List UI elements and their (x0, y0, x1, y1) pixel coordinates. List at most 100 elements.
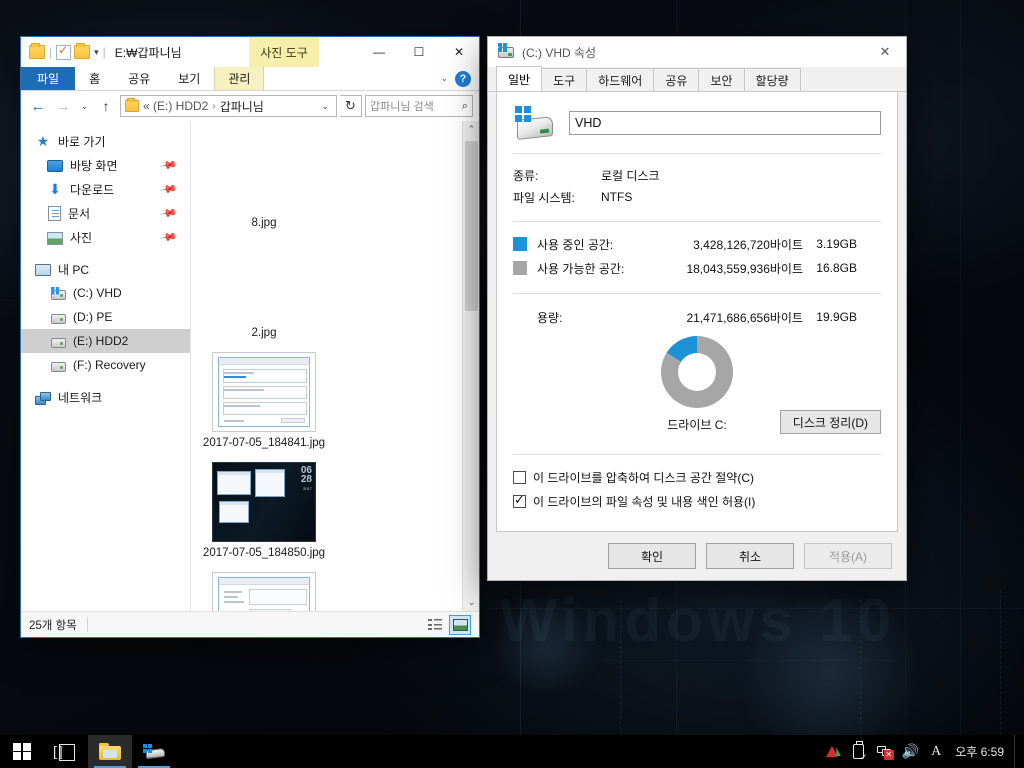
pin-icon[interactable]: 📌 (160, 180, 179, 199)
chevron-down-icon[interactable]: ⌄ (440, 73, 448, 84)
tab-share[interactable]: 공유 (114, 67, 164, 90)
explorer-titlebar[interactable]: | ▾ | E:₩갑파니님 사진 도구 — ☐ ✕ (21, 37, 479, 67)
taskbar-item-file-explorer[interactable] (88, 735, 132, 768)
tab-file[interactable]: 파일 (21, 67, 76, 90)
large-icons-view-button[interactable] (449, 614, 471, 635)
tab-tools[interactable]: 도구 (541, 68, 588, 91)
sidebar-item-drive-e[interactable]: (E:) HDD2 (21, 329, 190, 353)
ime-button[interactable]: A (923, 735, 949, 768)
recent-locations-icon[interactable]: ⌄ (77, 95, 92, 117)
minimize-button[interactable]: — (359, 37, 399, 67)
breadcrumb-leaf[interactable]: 갑파니님 (220, 98, 264, 115)
vertical-scrollbar[interactable]: ⌃ ⌄ (462, 121, 479, 611)
list-item[interactable]: 06 28 2017 2017-07-05_184850.jpg (195, 457, 333, 567)
pin-icon[interactable]: 📌 (160, 228, 179, 247)
file-grid[interactable]: 8.jpg 2.jpg 2017-07-05_184841.jpg 06 28 … (191, 121, 462, 611)
refresh-button[interactable]: ↻ (340, 95, 362, 117)
disk-cleanup-button[interactable]: 디스크 정리(D) (779, 410, 881, 434)
scroll-up-icon[interactable]: ⌃ (463, 121, 479, 138)
window-controls[interactable]: — ☐ ✕ (359, 37, 479, 67)
file-explorer-window[interactable]: | ▾ | E:₩갑파니님 사진 도구 — ☐ ✕ 파일 홈 공유 보기 관리 … (20, 36, 480, 638)
close-icon[interactable]: ✕ (864, 37, 906, 67)
tab-quota[interactable]: 할당량 (743, 68, 801, 91)
tab-general[interactable]: 일반 (496, 66, 543, 91)
tab-view[interactable]: 보기 (164, 67, 214, 90)
drive-icon (143, 744, 165, 760)
ribbon-right-controls[interactable]: ⌄ ? (440, 67, 479, 90)
properties-titlebar[interactable]: (C:) VHD 속성 ✕ (488, 37, 906, 67)
sidebar-item-drive-f[interactable]: (F:) Recovery (21, 353, 190, 377)
quick-access-toolbar[interactable]: | ▾ | (21, 43, 107, 60)
breadcrumb-root[interactable]: « (E:) HDD2 (143, 99, 208, 113)
close-button[interactable]: ✕ (439, 37, 479, 67)
ok-button[interactable]: 확인 (608, 543, 696, 569)
clock[interactable]: 오후 6:59 (949, 743, 1014, 760)
status-bar: 25개 항목 (21, 611, 479, 637)
drive-properties-dialog[interactable]: (C:) VHD 속성 ✕ 일반 도구 하드웨어 공유 보안 할당량 VHD 종… (487, 36, 907, 581)
maximize-button[interactable]: ☐ (399, 37, 439, 67)
apply-button: 적용(A) (804, 543, 892, 569)
up-button[interactable]: ↑ (95, 95, 117, 117)
volume-name-row: VHD (513, 106, 881, 140)
drive-icon (51, 337, 66, 348)
sidebar-item-quick-access[interactable]: 바로 가기 (21, 129, 190, 153)
used-space-bytes: 3,428,126,720바이트 (693, 237, 803, 252)
file-list-area[interactable]: 8.jpg 2.jpg 2017-07-05_184841.jpg 06 28 … (191, 121, 479, 611)
search-icon[interactable]: ⌕ (462, 100, 468, 113)
breadcrumb[interactable]: « (E:) HDD2 › 갑파니님 ⌄ (120, 95, 337, 117)
list-item[interactable]: 8.jpg (195, 127, 333, 237)
ribbon-tab-strip[interactable]: 파일 홈 공유 보기 관리 ⌄ ? (21, 67, 479, 91)
safely-remove-hardware-button[interactable] (845, 735, 871, 768)
sidebar-item-desktop[interactable]: 바탕 화면 📌 (21, 153, 190, 177)
pin-icon[interactable]: 📌 (160, 156, 179, 175)
start-button[interactable] (0, 735, 44, 768)
tab-hardware[interactable]: 하드웨어 (586, 68, 655, 91)
sidebar-item-this-pc[interactable]: 내 PC (21, 257, 190, 281)
sidebar-item-network[interactable]: 네트워크 (21, 385, 190, 409)
scrollbar-thumb[interactable] (465, 141, 478, 311)
tab-security[interactable]: 보안 (698, 68, 745, 91)
tab-sharing[interactable]: 공유 (653, 68, 700, 91)
properties-icon[interactable] (56, 43, 72, 60)
view-toggle-group[interactable] (424, 614, 471, 635)
sidebar-item-documents[interactable]: 문서 📌 (21, 201, 190, 225)
desktop[interactable]: Windows 10 | ▾ | E:₩갑파니님 사진 도구 (0, 0, 1024, 768)
new-folder-icon[interactable] (74, 43, 91, 59)
cancel-button[interactable]: 취소 (706, 543, 794, 569)
drive-icon (51, 313, 66, 324)
address-bar[interactable]: ← → ⌄ ↑ « (E:) HDD2 › 갑파니님 ⌄ ↻ 갑파니님 검색 ⌕ (21, 91, 479, 121)
list-item[interactable]: 2017-07-05_184841.jpg (195, 347, 333, 457)
show-hidden-icons-button[interactable] (819, 735, 845, 768)
address-dropdown-icon[interactable]: ⌄ (318, 101, 332, 112)
help-icon[interactable]: ? (455, 70, 471, 87)
search-input[interactable]: 갑파니님 검색 ⌕ (365, 95, 473, 117)
details-view-button[interactable] (424, 615, 446, 635)
compress-drive-checkbox[interactable] (513, 470, 526, 484)
task-view-button[interactable] (44, 735, 88, 768)
back-button[interactable]: ← (27, 95, 49, 117)
pin-icon[interactable]: 📌 (160, 204, 179, 223)
scroll-down-icon[interactable]: ⌄ (463, 594, 479, 611)
sidebar-item-drive-d[interactable]: (D:) PE (21, 305, 190, 329)
show-desktop-button[interactable] (1014, 735, 1020, 768)
index-drive-checkbox[interactable] (513, 492, 526, 508)
taskbar-item-drive-properties[interactable] (132, 735, 176, 768)
tab-manage[interactable]: 관리 (214, 67, 265, 90)
list-item[interactable]: 2.jpg (195, 237, 333, 347)
customize-caret-icon[interactable]: ▾ (93, 47, 99, 58)
sidebar-item-downloads[interactable]: 다운로드 📌 (21, 177, 190, 201)
taskbar[interactable]: ✕ 🔊 A 오후 6:59 (0, 735, 1024, 768)
network-status-button[interactable]: ✕ (871, 735, 897, 768)
sidebar-item-pictures[interactable]: 사진 📌 (21, 225, 190, 249)
tab-home[interactable]: 홈 (75, 67, 114, 90)
volume-button[interactable]: 🔊 (897, 735, 923, 768)
sidebar-item-drive-c[interactable]: (C:) VHD (21, 281, 190, 305)
properties-tab-strip[interactable]: 일반 도구 하드웨어 공유 보안 할당량 (488, 66, 906, 92)
index-drive-row[interactable]: 이 드라이브의 파일 속성 및 내용 색인 허용(I) (513, 489, 881, 513)
volume-label-input[interactable]: VHD (569, 111, 881, 135)
navigation-pane[interactable]: 바로 가기 바탕 화면 📌 다운로드 📌 문서 📌 (21, 121, 191, 611)
list-item[interactable]: 2017-07-05_184928.jpg (195, 567, 333, 611)
system-tray[interactable]: ✕ 🔊 A 오후 6:59 (819, 735, 1024, 768)
compress-drive-row[interactable]: 이 드라이브를 압축하여 디스크 공간 절약(C) (513, 465, 881, 489)
forward-button[interactable]: → (52, 95, 74, 117)
